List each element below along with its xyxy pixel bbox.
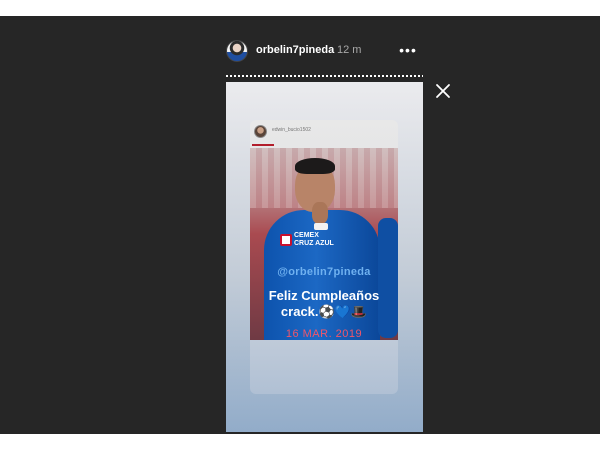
reshared-avatar — [254, 125, 267, 138]
caption-line-1: Feliz Cumpleaños — [268, 288, 380, 303]
card-accent — [252, 144, 274, 146]
story-header: orbelin7pineda 12 m ••• — [226, 40, 423, 64]
story-content[interactable]: edwin_bucio1502 CEMEX CRUZ AZUL @orbelin… — [226, 82, 423, 432]
avatar[interactable] — [226, 40, 248, 62]
more-icon[interactable]: ••• — [398, 42, 418, 58]
wristband — [314, 223, 328, 230]
story-progress-bar — [226, 75, 423, 77]
mention-sticker[interactable]: @orbelin7pineda — [250, 266, 398, 278]
story-time: 12 m — [337, 44, 362, 56]
club-crest-icon — [280, 234, 292, 246]
player-hair — [295, 158, 335, 174]
date-stamp: 16 MAR. 2019 — [285, 328, 363, 340]
caption-line-2: crack.⚽💙🎩 — [280, 304, 368, 319]
close-icon[interactable] — [434, 82, 452, 100]
username[interactable]: orbelin7pineda — [256, 44, 334, 56]
reshared-username: edwin_bucio1502 — [272, 127, 311, 133]
jersey-sponsor: CEMEX CRUZ AZUL — [294, 232, 334, 247]
background-player — [378, 218, 398, 338]
reshared-post-card[interactable]: edwin_bucio1502 CEMEX CRUZ AZUL @orbelin… — [250, 120, 398, 394]
player-hand — [312, 202, 328, 224]
